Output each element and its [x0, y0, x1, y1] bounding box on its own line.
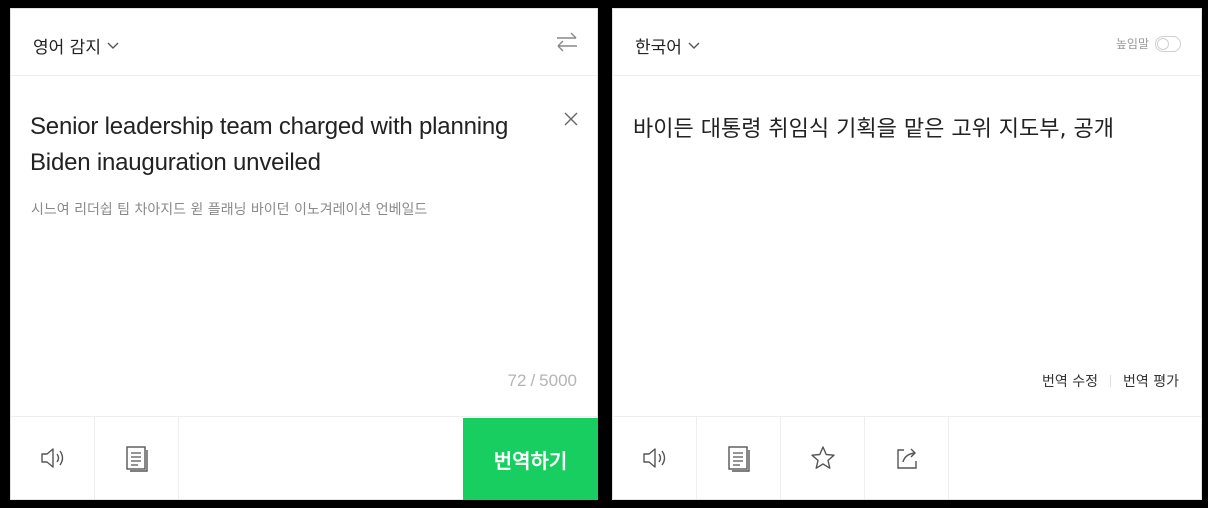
- translation-feedback: 번역 수정 번역 평가: [1042, 371, 1179, 391]
- feedback-divider: [1110, 375, 1112, 387]
- target-dictionary-button[interactable]: [697, 417, 781, 499]
- pronunciation-text: 시느여 리더쉽 팀 차아지드 윋 플래닝 바이던 이노겨레이션 언베일드: [31, 202, 428, 218]
- speaker-icon: [642, 448, 665, 468]
- source-language-select[interactable]: 영어 감지: [33, 33, 119, 58]
- honorific-label: 높임말: [1115, 37, 1149, 51]
- translate-button[interactable]: 번역하기: [463, 418, 598, 500]
- counter-separator: /: [530, 371, 536, 390]
- target-panel: 한국어 높임말 바이든 대통령 취임식 기획을 맡은 고위 지도부, 공개 번역…: [612, 8, 1202, 500]
- toggle-knob: [1157, 37, 1169, 50]
- translation-output: 바이든 대통령 취임식 기획을 맡은 고위 지도부, 공개: [633, 117, 1114, 142]
- character-count: 72: [507, 371, 527, 390]
- close-icon[interactable]: [563, 111, 579, 127]
- speaker-icon: [40, 448, 63, 468]
- honorific-option: 높임말: [1116, 35, 1181, 52]
- favorite-button[interactable]: [781, 417, 865, 499]
- chevron-down-icon: [107, 42, 119, 49]
- edit-translation-link[interactable]: 번역 수정: [1042, 371, 1098, 391]
- honorific-toggle[interactable]: [1155, 35, 1181, 52]
- source-panel: 영어 감지 Senior leadership team charged wit…: [10, 8, 598, 500]
- source-text-input[interactable]: Senior leadership team charged with plan…: [30, 109, 540, 181]
- character-limit: 5000: [539, 371, 577, 390]
- target-language-select[interactable]: 한국어: [635, 33, 700, 58]
- share-icon: [896, 448, 917, 469]
- target-speaker-button[interactable]: [613, 417, 697, 499]
- character-counter: 72/5000: [508, 371, 577, 391]
- chevron-down-icon: [688, 42, 700, 49]
- source-language-label: 영어 감지: [33, 38, 101, 58]
- share-button[interactable]: [865, 417, 949, 499]
- source-speaker-button[interactable]: [11, 417, 95, 499]
- document-icon: [727, 446, 750, 472]
- source-dictionary-button[interactable]: [95, 417, 179, 499]
- target-language-label: 한국어: [635, 38, 682, 58]
- target-toolbar: [613, 416, 1201, 499]
- document-icon: [125, 446, 148, 472]
- target-header: 한국어 높임말: [613, 9, 1201, 76]
- source-toolbar: 번역하기: [11, 416, 598, 500]
- source-header: 영어 감지: [11, 9, 597, 76]
- star-icon: [810, 446, 835, 469]
- swap-icon[interactable]: [555, 31, 579, 53]
- rate-translation-link[interactable]: 번역 평가: [1123, 371, 1179, 391]
